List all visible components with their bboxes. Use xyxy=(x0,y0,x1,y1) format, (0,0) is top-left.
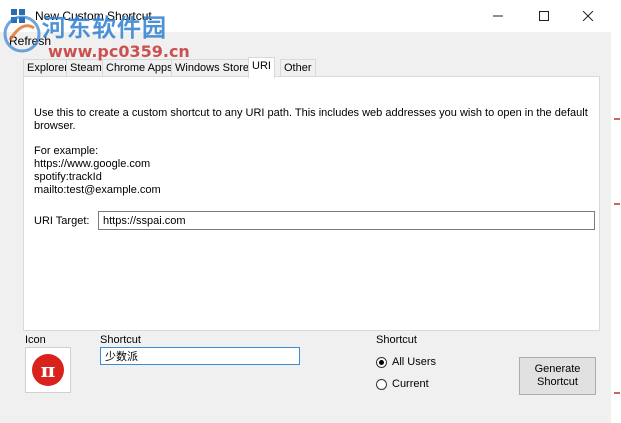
shortcut-name-input[interactable] xyxy=(100,347,300,365)
radio-button-unchecked[interactable] xyxy=(376,378,387,390)
example-item: spotify:trackId xyxy=(34,171,102,183)
uri-description-line1: Use this to create a custom shortcut to … xyxy=(34,107,588,119)
generate-label-line1: Generate xyxy=(534,363,581,375)
example-item: mailto:test@example.com xyxy=(34,184,161,196)
uri-target-label: URI Target: xyxy=(34,215,90,227)
close-icon xyxy=(583,11,593,21)
example-heading: For example: xyxy=(34,145,99,157)
uri-description-line2: browser. xyxy=(34,120,76,132)
radio-all-users-label: All Users xyxy=(392,356,437,368)
shortcut-icon-preview[interactable]: π xyxy=(25,347,71,393)
example-item: https://www.google.com xyxy=(34,158,151,170)
pi-logo-icon: π xyxy=(32,354,64,386)
menu-refresh[interactable]: Refresh xyxy=(9,34,51,48)
tab-chrome-apps[interactable]: Chrome Apps xyxy=(102,59,177,77)
app-icon xyxy=(11,9,25,23)
radio-current[interactable]: Current xyxy=(376,378,429,390)
icon-label: Icon xyxy=(25,334,46,346)
minimize-icon xyxy=(493,15,503,17)
tab-steam[interactable]: Steam xyxy=(66,59,106,77)
minimize-button[interactable] xyxy=(475,0,521,32)
shortcut-name-label: Shortcut xyxy=(100,334,141,346)
generate-label-line2: Shortcut xyxy=(537,376,578,388)
pi-glyph: π xyxy=(41,358,56,382)
app-window: New Custom Shortcut Refresh Explorer Ste… xyxy=(0,0,612,423)
radio-all-users[interactable]: All Users xyxy=(376,356,436,368)
tab-other[interactable]: Other xyxy=(280,59,316,77)
uri-target-input[interactable] xyxy=(98,211,595,230)
radio-current-label: Current xyxy=(392,378,429,390)
tab-windows-store[interactable]: Windows Store xyxy=(171,59,253,77)
tab-uri[interactable]: URI xyxy=(248,57,275,78)
close-button[interactable] xyxy=(565,0,611,32)
radio-button-checked[interactable] xyxy=(376,356,387,368)
maximize-icon xyxy=(539,11,549,21)
shortcut-scope-label: Shortcut xyxy=(376,334,417,346)
desktop-edge xyxy=(611,0,621,423)
tab-explorer[interactable]: Explorer xyxy=(23,59,72,77)
uri-tab-panel: Use this to create a custom shortcut to … xyxy=(23,76,600,331)
maximize-button[interactable] xyxy=(521,0,567,32)
generate-shortcut-button[interactable]: Generate Shortcut xyxy=(519,357,596,395)
window-title: New Custom Shortcut xyxy=(35,9,152,23)
title-bar: New Custom Shortcut xyxy=(0,0,611,32)
